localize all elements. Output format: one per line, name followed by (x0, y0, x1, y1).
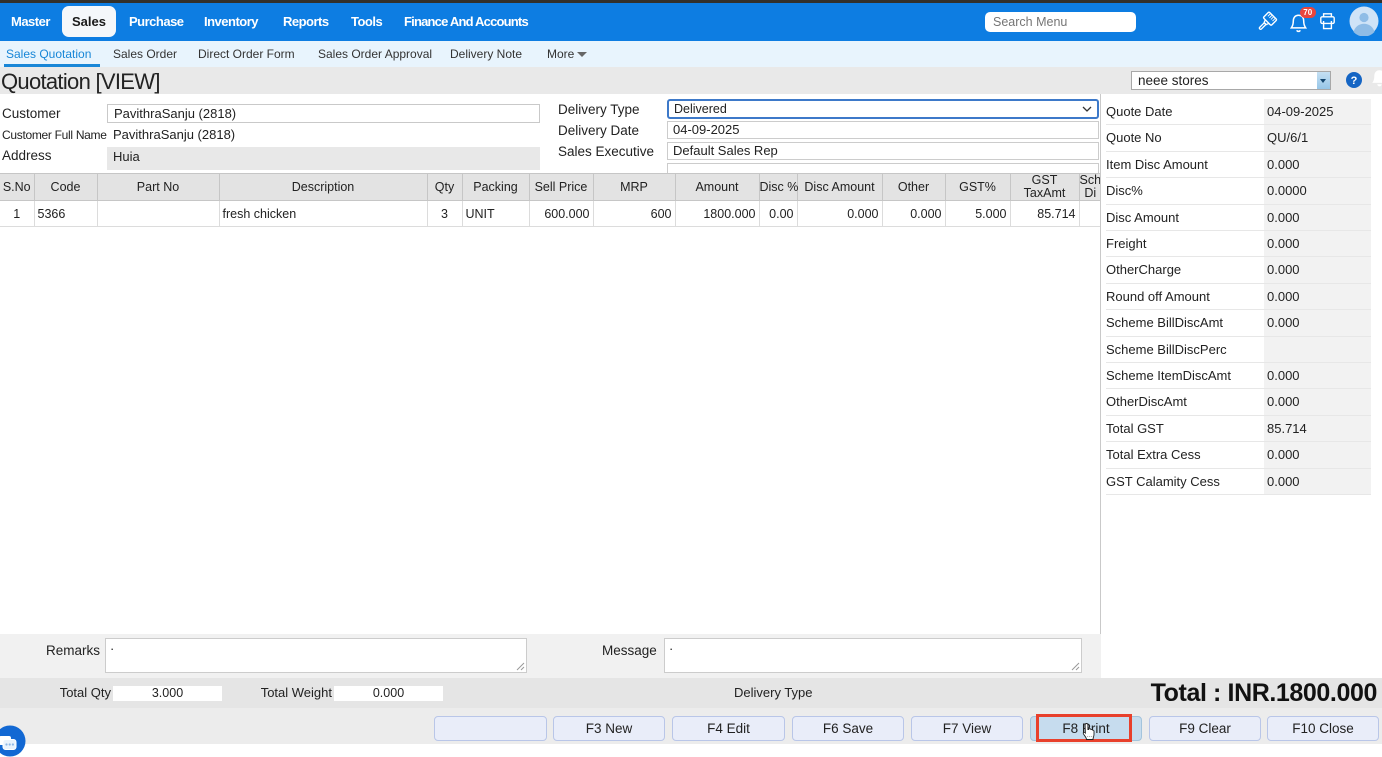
svg-text:?: ? (1351, 75, 1358, 87)
